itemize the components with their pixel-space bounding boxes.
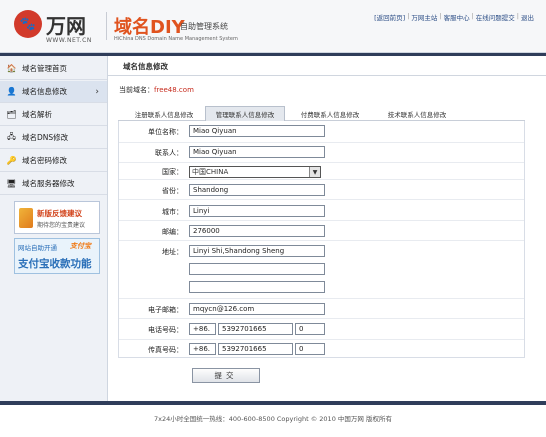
fax-label: 传真号码：: [148, 346, 183, 354]
sidebar-item-label: 域名解析: [22, 110, 52, 119]
sidebar-item-dns-edit[interactable]: 🖧 域名DNS修改: [0, 127, 107, 149]
home-icon: 🏠: [6, 64, 17, 73]
country-label: 国家：: [162, 168, 183, 176]
top-links: [返回前页] | 万网主站 | 客服中心 | 在线问题提交 | 退出: [374, 12, 534, 22]
fax-country-code-input[interactable]: +86.: [189, 343, 216, 355]
alipay-main-text: 支付宝收款功能: [18, 258, 92, 270]
sidebar-item-home[interactable]: 🏠 域名管理首页: [0, 58, 107, 80]
support-link[interactable]: 客服中心: [444, 12, 470, 22]
row-divider: [119, 142, 524, 143]
tab-technical[interactable]: 技术联系人信息修改: [377, 107, 457, 120]
email-input[interactable]: mqycn@126.com: [189, 303, 325, 315]
sidebar-item-dns-resolve[interactable]: 🗂 域名解析: [0, 104, 107, 126]
city-label: 城市：: [162, 208, 183, 216]
footer-text: 7x24小时全国统一热线：400-600-8500 Copyright © 20…: [154, 415, 392, 423]
main-header: [108, 56, 546, 76]
address-line2-input[interactable]: [189, 263, 325, 275]
zip-input[interactable]: 276000: [189, 225, 325, 237]
system-title-en: HiChina DNS Domain Name Management Syste…: [114, 36, 238, 42]
address-label: 地址：: [162, 248, 183, 256]
address-line3-input[interactable]: [189, 281, 325, 293]
chevron-down-icon: ▼: [309, 167, 320, 177]
feedback-title: 新版反馈建议: [37, 209, 82, 218]
feedback-promo[interactable]: 新版反馈建议 期待您的宝贵建议: [14, 201, 100, 234]
submit-issue-link[interactable]: 在线问题提交: [476, 12, 515, 22]
row-divider: [119, 240, 524, 241]
row-divider: [119, 339, 524, 340]
phone-number-input[interactable]: 5392701665: [218, 323, 293, 335]
phone-ext-input[interactable]: 0: [295, 323, 325, 335]
row-divider: [119, 179, 524, 180]
contact-label: 联系人：: [155, 149, 183, 157]
row-divider: [119, 220, 524, 221]
feedback-subtitle: 期待您的宝贵建议: [37, 222, 86, 229]
pen-icon: [19, 208, 33, 228]
wanwang-logo-icon[interactable]: 🐾: [14, 10, 42, 38]
main-site-link[interactable]: 万网主站: [411, 12, 437, 22]
link-sep: |: [439, 12, 442, 20]
sidebar-item-info-edit[interactable]: 👤 域名信息修改 ›: [0, 81, 107, 103]
logo-divider: [106, 12, 107, 40]
chevron-right-icon: ›: [95, 86, 99, 97]
link-sep: |: [407, 12, 410, 20]
sidebar-item-label: 域名密码修改: [22, 156, 67, 165]
tab-billing[interactable]: 付费联系人信息修改: [290, 107, 370, 120]
row-divider: [119, 199, 524, 200]
alipay-promo[interactable]: 网站自助开通 支付宝 支付宝收款功能: [14, 238, 100, 274]
system-subtitle: 自助管理系统: [180, 22, 228, 31]
org-input[interactable]: Miao Qiyuan: [189, 125, 325, 137]
logo-url: WWW.NET.CN: [46, 37, 92, 44]
contact-input[interactable]: Miao Qiyuan: [189, 146, 325, 158]
row-divider: [119, 162, 524, 163]
sidebar-item-label: 域名信息修改: [22, 87, 67, 96]
province-label: 省份：: [162, 187, 183, 195]
row-divider: [119, 298, 524, 299]
current-domain-label: 当前域名：: [119, 86, 154, 94]
link-sep: |: [516, 12, 519, 20]
sidebar-item-label: 域名服务器修改: [22, 179, 75, 188]
logout-link[interactable]: 退出: [521, 12, 534, 22]
submit-button[interactable]: 提交: [192, 368, 260, 383]
tab-registrant[interactable]: 注册联系人信息修改: [122, 107, 206, 120]
email-label: 电子邮箱：: [148, 306, 183, 314]
phone-label: 电话号码：: [148, 326, 183, 334]
computer-icon: 🖥: [6, 179, 17, 188]
country-value: 中国CHINA: [192, 168, 229, 176]
city-input[interactable]: Linyi: [189, 205, 325, 217]
tab-admin[interactable]: 管理联系人信息修改: [205, 106, 285, 121]
dns-icon: 🗂: [6, 110, 17, 119]
alipay-logo: 支付宝: [70, 242, 91, 250]
fax-number-input[interactable]: 5392701665: [218, 343, 293, 355]
footer-bar: [0, 401, 546, 405]
page-title: 域名信息修改: [123, 62, 168, 71]
sidebar-item-label: 域名管理首页: [22, 64, 67, 73]
phone-country-code-input[interactable]: +86.: [189, 323, 216, 335]
current-domain: 当前域名：free48.com: [119, 85, 194, 95]
alipay-top-text: 网站自助开通: [18, 244, 57, 252]
row-divider: [119, 318, 524, 319]
sidebar-item-password[interactable]: 🔑 域名密码修改: [0, 150, 107, 172]
sidebar-item-nameserver[interactable]: 🖥 域名服务器修改: [0, 173, 107, 195]
zip-label: 邮编：: [162, 228, 183, 236]
fax-ext-input[interactable]: 0: [295, 343, 325, 355]
link-sep: |: [471, 12, 474, 20]
sidebar-item-label: 域名DNS修改: [22, 133, 69, 142]
back-link[interactable]: [返回前页]: [374, 12, 405, 22]
server-icon: 🖧: [7, 131, 16, 141]
country-select[interactable]: 中国CHINA ▼: [189, 166, 321, 178]
key-icon: 🔑: [6, 156, 17, 165]
org-label: 单位名称：: [148, 128, 183, 136]
address-line1-input[interactable]: Linyi Shi,Shandong Sheng: [189, 245, 325, 257]
user-edit-icon: 👤: [6, 87, 17, 96]
logo-name[interactable]: 万网: [46, 10, 86, 39]
province-input[interactable]: Shandong: [189, 184, 325, 196]
current-domain-value[interactable]: free48.com: [154, 86, 194, 94]
